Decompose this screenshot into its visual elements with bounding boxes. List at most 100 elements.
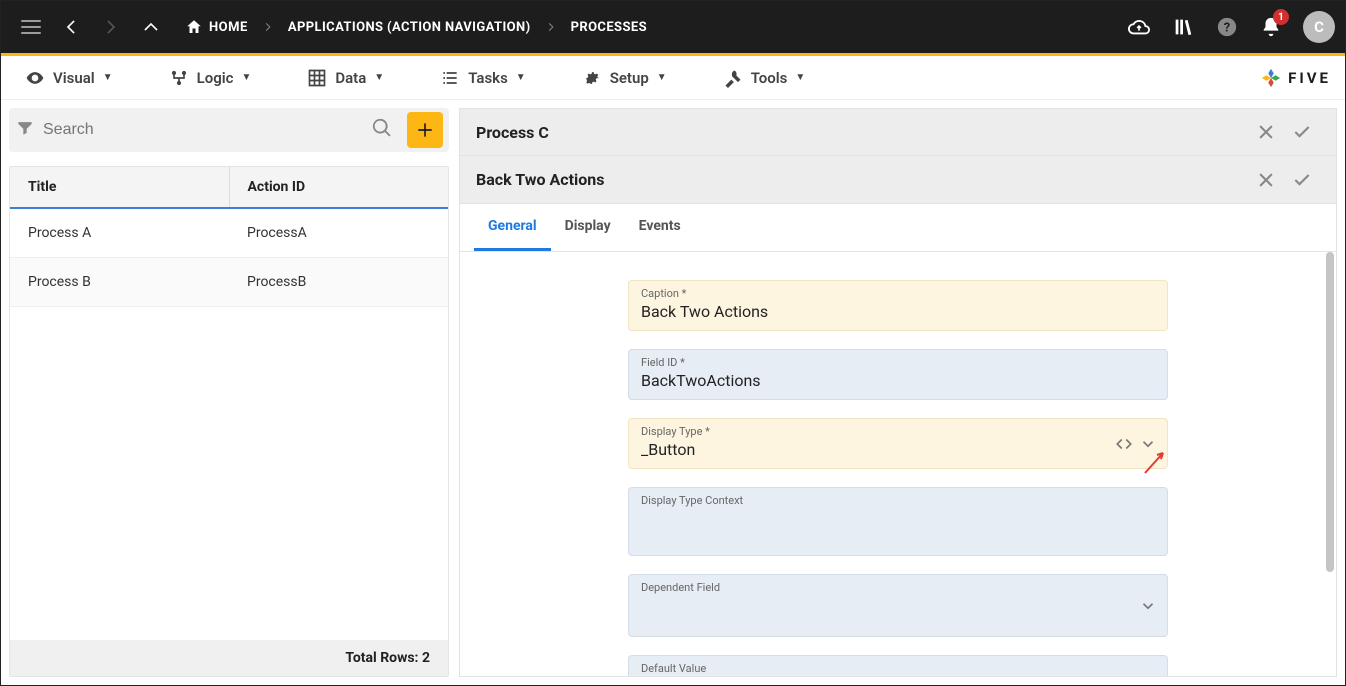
chevron-down-icon: ▼ — [103, 72, 113, 83]
menu-setup[interactable]: Setup ▼ — [572, 60, 677, 96]
caption-field[interactable]: Caption * Back Two Actions — [628, 280, 1168, 331]
right-panel: Process C Back Two Actions General Displ… — [459, 108, 1337, 677]
default-value-field[interactable]: Default Value — [628, 655, 1168, 677]
nav-back-button[interactable] — [51, 7, 91, 47]
code-icon[interactable] — [1115, 435, 1133, 453]
table-row[interactable]: Process B ProcessB — [10, 258, 448, 307]
nav-up-button[interactable] — [131, 7, 171, 47]
close-button[interactable] — [1248, 114, 1284, 150]
close-icon — [1256, 122, 1276, 142]
logic-icon — [169, 68, 189, 88]
menu-logic[interactable]: Logic▼ — [159, 60, 262, 96]
brand-logo: FIVE — [1260, 67, 1331, 89]
arrow-up-icon — [141, 17, 161, 37]
panel-header-action: Back Two Actions — [459, 156, 1337, 204]
cell-action: ProcessB — [229, 258, 448, 306]
tasks-icon — [440, 68, 460, 88]
topbar: HOME APPLICATIONS (ACTION NAVIGATION) PR… — [1, 1, 1345, 53]
cloud-icon — [1128, 16, 1150, 38]
chevron-right-icon — [262, 18, 274, 37]
menu-label: Logic — [197, 69, 234, 87]
scrollbar-thumb[interactable] — [1326, 252, 1334, 572]
menu-label: Visual — [53, 69, 95, 87]
search-bar — [9, 108, 449, 152]
close-button[interactable] — [1248, 162, 1284, 198]
field-label: Display Type Context — [641, 494, 1155, 507]
tab-general[interactable]: General — [474, 204, 551, 251]
check-icon — [1292, 122, 1312, 142]
field-value — [641, 509, 1155, 529]
field-label: Default Value — [641, 662, 1155, 675]
help-icon: ? — [1216, 16, 1238, 38]
panel-title: Process C — [476, 123, 1248, 142]
chevron-down-icon: ▼ — [374, 72, 384, 83]
breadcrumb-processes[interactable]: PROCESSES — [557, 20, 661, 35]
field-actions — [1115, 435, 1157, 453]
cloud-sync-button[interactable] — [1121, 9, 1157, 45]
docs-button[interactable] — [1165, 9, 1201, 45]
search-icon[interactable] — [371, 117, 393, 143]
menubar: Visual ▼ Logic▼ Data ▼ Tasks▼ Setup ▼ Tools… — [1, 56, 1345, 100]
notifications-button[interactable]: 1 — [1253, 9, 1289, 45]
chevron-down-icon: ▼ — [657, 72, 667, 83]
filter-icon[interactable] — [15, 118, 35, 142]
table-header: Title Action ID — [10, 167, 448, 209]
tab-display[interactable]: Display — [551, 204, 625, 251]
confirm-button[interactable] — [1284, 162, 1320, 198]
field-value — [641, 596, 1155, 616]
cell-title: Process A — [10, 209, 229, 257]
tools-icon — [723, 68, 743, 88]
breadcrumb-applications[interactable]: APPLICATIONS (ACTION NAVIGATION) — [274, 20, 545, 35]
field-label: Field ID * — [641, 356, 1155, 369]
confirm-button[interactable] — [1284, 114, 1320, 150]
home-button[interactable]: HOME — [171, 18, 262, 36]
tab-events[interactable]: Events — [625, 204, 695, 251]
svg-text:?: ? — [1224, 21, 1230, 36]
displaytype-field[interactable]: Display Type * _Button — [628, 418, 1168, 469]
menu-tasks[interactable]: Tasks▼ — [430, 60, 536, 96]
process-list: Title Action ID Process A ProcessA Proce… — [9, 166, 449, 677]
context-field[interactable]: Display Type Context — [628, 487, 1168, 556]
hamburger-menu[interactable] — [11, 7, 51, 47]
add-button[interactable] — [407, 112, 443, 148]
fieldid-field[interactable]: Field ID * BackTwoActions — [628, 349, 1168, 400]
field-value: BackTwoActions — [641, 371, 1155, 391]
menu-label: Setup — [610, 69, 649, 87]
library-icon — [1172, 16, 1194, 38]
help-button[interactable]: ? — [1209, 9, 1245, 45]
eye-icon — [25, 68, 45, 88]
table-row[interactable]: Process A ProcessA — [10, 209, 448, 258]
menu-label: Tools — [751, 69, 788, 87]
home-label: HOME — [209, 20, 248, 35]
brand-text: FIVE — [1288, 69, 1331, 87]
arrow-right-icon — [101, 17, 121, 37]
menu-label: Data — [335, 69, 366, 87]
main-layout: Title Action ID Process A ProcessA Proce… — [1, 100, 1345, 685]
plus-icon — [415, 120, 435, 140]
dependent-field[interactable]: Dependent Field — [628, 574, 1168, 637]
avatar-initial: C — [1314, 18, 1324, 36]
cell-action: ProcessA — [229, 209, 448, 257]
topbar-right: ? 1 C — [1121, 9, 1335, 45]
menu-data[interactable]: Data ▼ — [297, 60, 394, 96]
user-avatar[interactable]: C — [1303, 11, 1335, 43]
col-action-id[interactable]: Action ID — [229, 167, 449, 207]
col-title[interactable]: Title — [10, 167, 229, 207]
chevron-down-icon[interactable] — [1139, 597, 1157, 615]
tabs: General Display Events — [459, 204, 1337, 252]
cell-title: Process B — [10, 258, 229, 306]
field-label: Display Type * — [641, 425, 1155, 438]
menu-visual[interactable]: Visual ▼ — [15, 60, 123, 96]
search-input[interactable] — [43, 121, 363, 139]
menu-label: Tasks — [468, 69, 508, 87]
nav-forward-button[interactable] — [91, 7, 131, 47]
chevron-down-icon[interactable] — [1139, 435, 1157, 453]
field-label: Caption * — [641, 287, 1155, 300]
arrow-left-icon — [61, 17, 81, 37]
left-panel: Title Action ID Process A ProcessA Proce… — [9, 108, 449, 677]
check-icon — [1292, 170, 1312, 190]
chevron-right-icon — [545, 18, 557, 37]
menu-tools[interactable]: Tools▼ — [713, 60, 816, 96]
field-value: Back Two Actions — [641, 302, 1155, 322]
field-value: _Button — [641, 440, 1155, 460]
